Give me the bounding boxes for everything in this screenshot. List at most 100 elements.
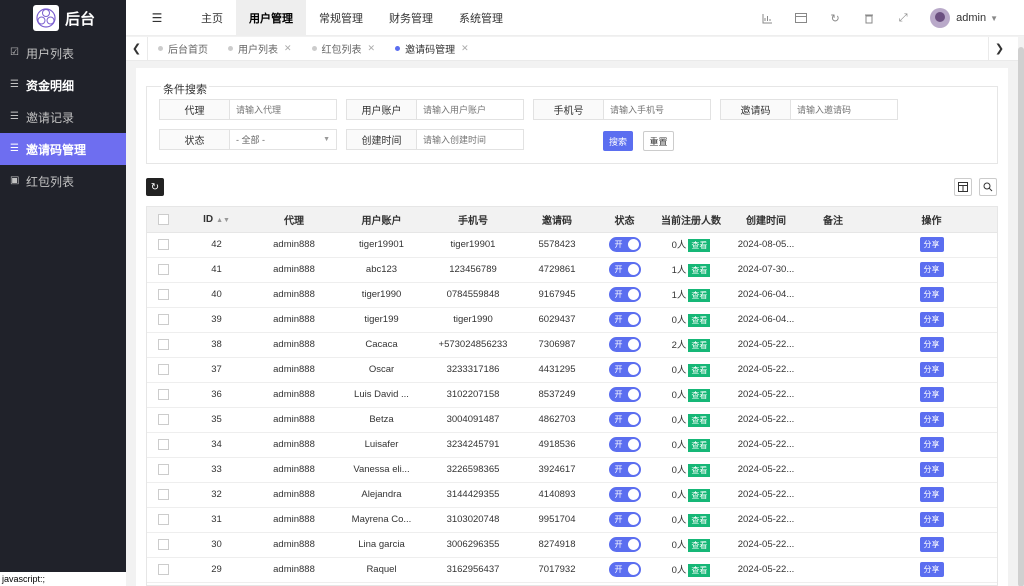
status-toggle[interactable]: 开 [608,387,641,402]
share-button[interactable]: 分享 [919,337,944,352]
sidebar-item-fund-details[interactable]: ☰ 资金明细 [0,69,126,101]
top-nav-user-management[interactable]: 用户管理 [236,0,306,36]
select-all-checkbox[interactable] [157,213,169,225]
share-button[interactable]: 分享 [919,437,944,452]
row-checkbox[interactable] [157,263,169,275]
share-button[interactable]: 分享 [919,237,944,252]
share-button[interactable]: 分享 [919,312,944,327]
tab-user-list[interactable]: 用户列表 ✕ [218,37,302,61]
row-checkbox[interactable] [157,438,169,450]
status-toggle[interactable]: 开 [608,362,641,377]
header-id[interactable]: ID ▲▼ [179,207,254,233]
created-time-input[interactable] [417,130,523,149]
share-button[interactable]: 分享 [919,512,944,527]
invite-code-input[interactable] [791,100,897,119]
row-checkbox[interactable] [157,563,169,575]
row-checkbox[interactable] [157,238,169,250]
status-toggle[interactable]: 开 [608,337,641,352]
row-checkbox[interactable] [157,338,169,350]
share-button[interactable]: 分享 [919,362,944,377]
chart-icon[interactable] [750,0,784,36]
share-button[interactable]: 分享 [919,462,944,477]
sidebar-item-invite-code-management[interactable]: ☰ 邀请码管理 [0,133,126,165]
columns-icon[interactable] [954,178,972,196]
top-nav-home[interactable]: 主页 [188,0,236,36]
share-button[interactable]: 分享 [919,387,944,402]
close-icon[interactable]: ✕ [284,43,292,54]
status-toggle[interactable]: 开 [608,512,641,527]
share-button[interactable]: 分享 [919,262,944,277]
chevron-left-icon[interactable]: ❮ [126,36,148,61]
status-toggle[interactable]: 开 [608,312,641,327]
status-toggle[interactable]: 开 [608,237,641,252]
search-button[interactable]: 搜索 [603,131,633,151]
trash-icon[interactable] [852,0,886,36]
view-button[interactable]: 查看 [688,438,711,452]
table-refresh-button[interactable]: ↻ [146,178,164,196]
avatar[interactable] [930,8,951,28]
view-button[interactable]: 查看 [688,563,711,577]
page-scrollbar[interactable] [1018,37,1024,586]
account-input[interactable] [417,100,523,119]
status-toggle[interactable]: 开 [608,487,641,502]
view-button[interactable]: 查看 [688,413,711,427]
status-toggle[interactable]: 开 [608,412,641,427]
agent-input[interactable] [230,100,336,119]
sort-icon[interactable]: ▲▼ [216,217,230,224]
row-checkbox[interactable] [157,313,169,325]
row-checkbox[interactable] [157,463,169,475]
row-checkbox[interactable] [157,538,169,550]
tab-home[interactable]: 后台首页 [148,37,218,61]
row-checkbox[interactable] [157,363,169,375]
view-button[interactable]: 查看 [688,488,711,502]
status-toggle[interactable]: 开 [608,562,641,577]
row-checkbox[interactable] [157,513,169,525]
tab-invite-code-management[interactable]: 邀请码管理 ✕ [385,37,479,61]
view-button[interactable]: 查看 [688,313,711,327]
view-button[interactable]: 查看 [688,513,711,527]
status-toggle[interactable]: 开 [608,287,641,302]
phone-input[interactable] [604,100,710,119]
view-button[interactable]: 查看 [688,263,711,277]
close-icon[interactable]: ✕ [368,43,376,54]
share-button[interactable]: 分享 [919,487,944,502]
row-checkbox[interactable] [157,413,169,425]
menu-collapse-icon[interactable]: ☰ [126,0,188,36]
sidebar-item-user-list[interactable]: ☑ 用户列表 [0,37,126,69]
chevron-right-icon[interactable]: ❯ [988,36,1010,61]
status-toggle[interactable]: 开 [608,462,641,477]
card-icon[interactable] [784,0,818,36]
chevron-down-icon[interactable]: ▼ [990,14,998,23]
fullscreen-icon[interactable]: ⤢ [886,0,920,36]
status-toggle[interactable]: 开 [608,537,641,552]
share-button[interactable]: 分享 [919,562,944,577]
search-icon[interactable] [979,178,997,196]
status-toggle[interactable]: 开 [608,262,641,277]
share-button[interactable]: 分享 [919,287,944,302]
sidebar-item-invite-records[interactable]: ☰ 邀请记录 [0,101,126,133]
row-checkbox[interactable] [157,388,169,400]
view-button[interactable]: 查看 [688,238,711,252]
tab-red-packet-list[interactable]: 红包列表 ✕ [302,37,386,61]
status-select[interactable]: - 全部 - ▼ [230,130,336,149]
top-nav-finance-management[interactable]: 财务管理 [376,0,446,36]
row-checkbox[interactable] [157,488,169,500]
row-checkbox[interactable] [157,288,169,300]
top-nav-system-management[interactable]: 系统管理 [446,0,516,36]
view-button[interactable]: 查看 [688,388,711,402]
top-nav-general-management[interactable]: 常规管理 [306,0,376,36]
view-button[interactable]: 查看 [688,363,711,377]
view-button[interactable]: 查看 [688,538,711,552]
sidebar-item-red-packet-list[interactable]: ▣ 红包列表 [0,165,126,197]
reset-button[interactable]: 重置 [643,131,674,151]
view-button[interactable]: 查看 [688,288,711,302]
share-button[interactable]: 分享 [919,412,944,427]
share-button[interactable]: 分享 [919,537,944,552]
close-icon[interactable]: ✕ [461,43,469,54]
view-button[interactable]: 查看 [688,463,711,477]
refresh-icon[interactable]: ↻ [818,0,852,36]
scrollbar-thumb[interactable] [1018,47,1024,586]
status-toggle[interactable]: 开 [608,437,641,452]
view-button[interactable]: 查看 [688,338,711,352]
user-name[interactable]: admin [956,12,986,24]
